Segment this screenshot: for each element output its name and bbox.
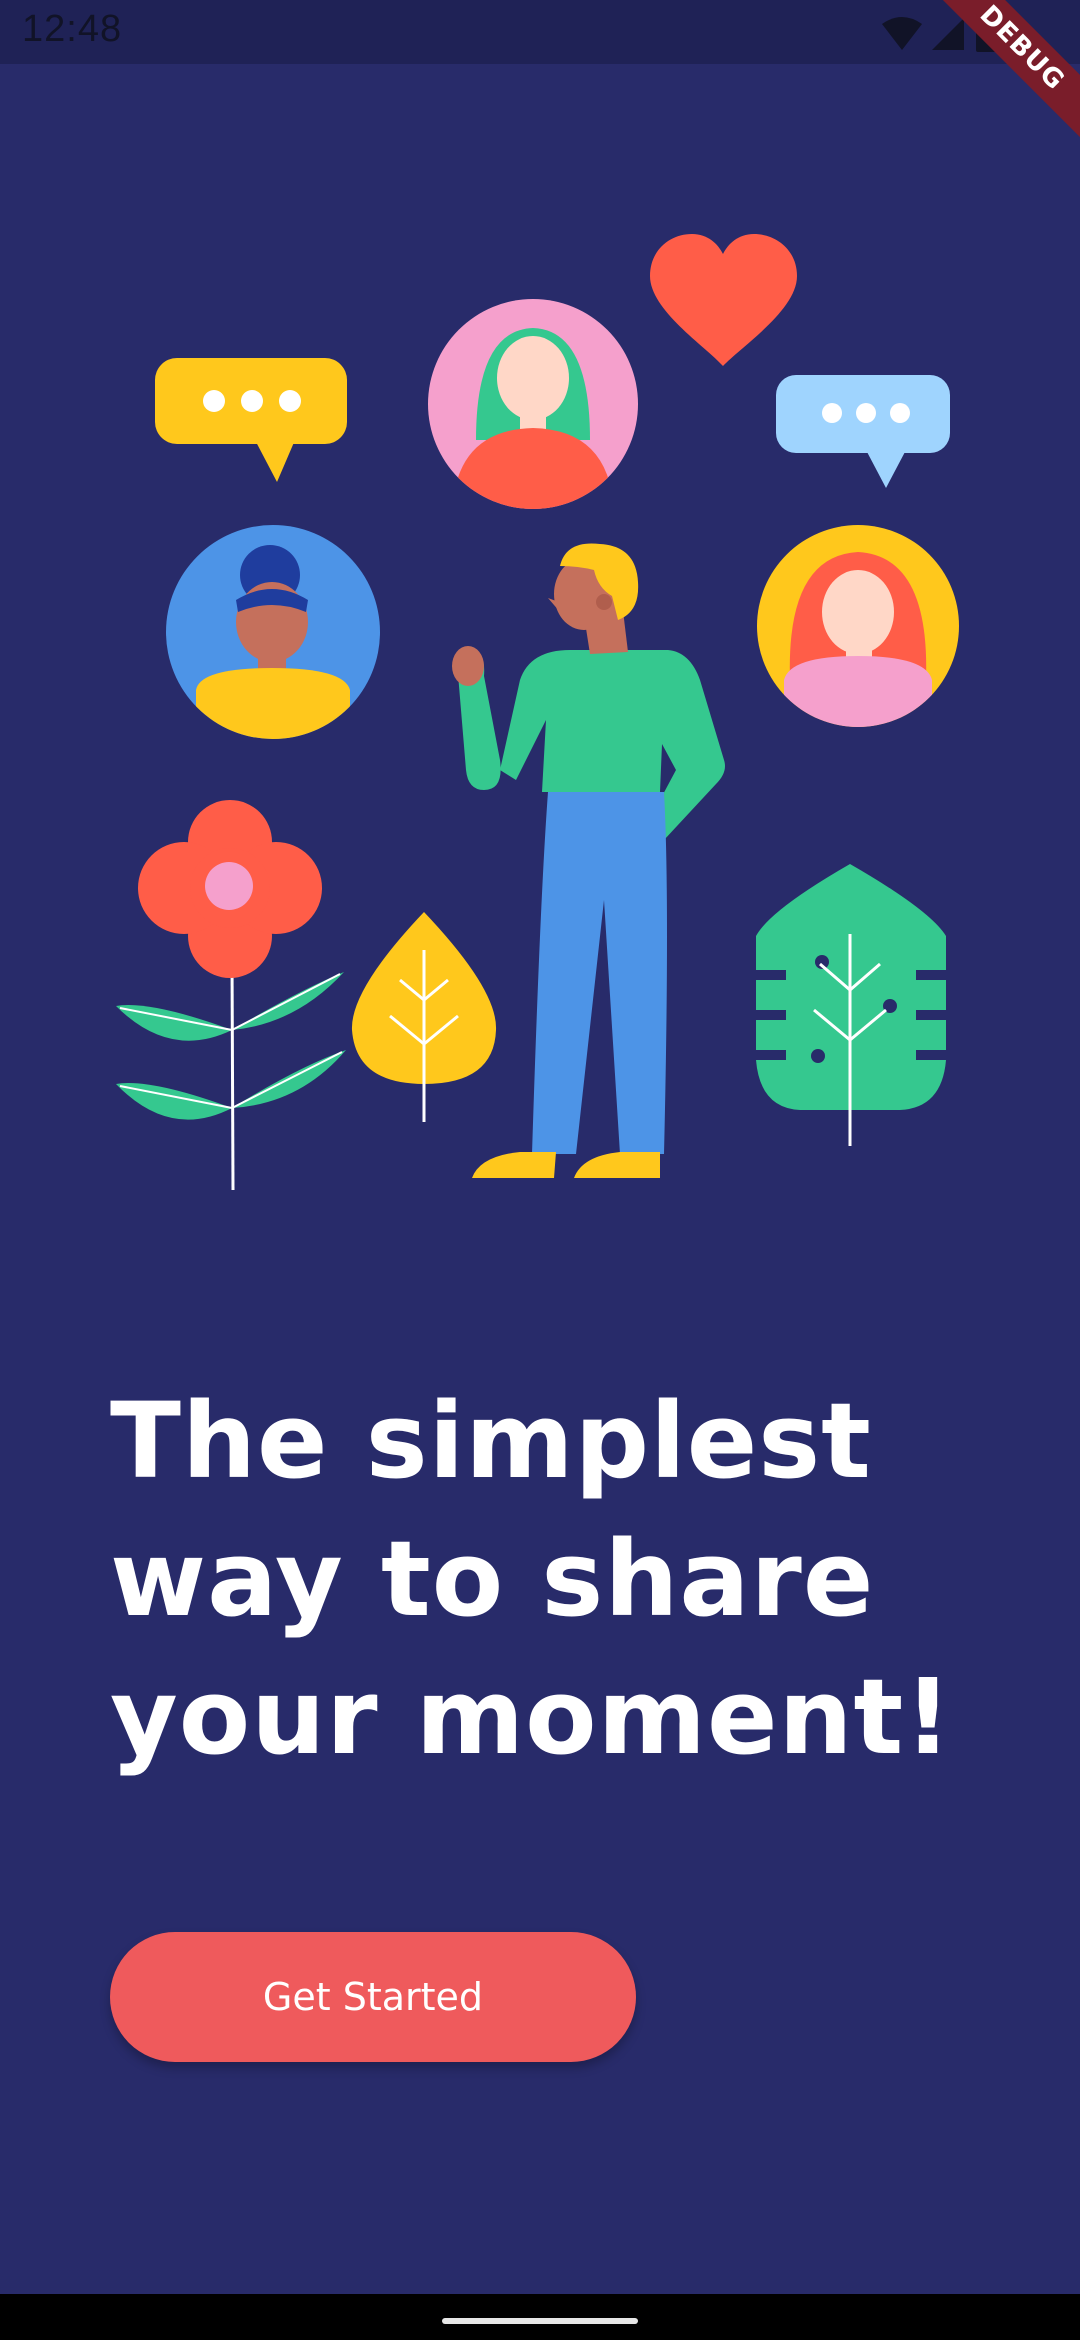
heart-icon: [650, 234, 797, 366]
home-indicator[interactable]: [442, 2318, 638, 2324]
flower: [116, 800, 346, 1191]
headline-line-3: your moment!: [110, 1656, 953, 1778]
monstera-leaf: [756, 864, 946, 1146]
avatar-blue-bun: [166, 525, 380, 739]
yellow-leaf: [351, 912, 497, 1122]
navigation-bar: [0, 2294, 1080, 2340]
get-started-button[interactable]: Get Started: [110, 1932, 636, 2062]
headline-line-1: The simplest: [110, 1380, 872, 1502]
speech-bubble-blue: [776, 375, 950, 488]
avatar-green-hair: [428, 299, 638, 509]
speech-bubble-yellow: [155, 358, 347, 482]
hero-illustration: [116, 234, 959, 1191]
headline-line-2: way to share: [110, 1518, 875, 1640]
avatar-red-hair: [757, 525, 959, 727]
headline: The simplest way to share your moment!: [110, 1372, 1010, 1786]
waving-person: [452, 543, 725, 1178]
